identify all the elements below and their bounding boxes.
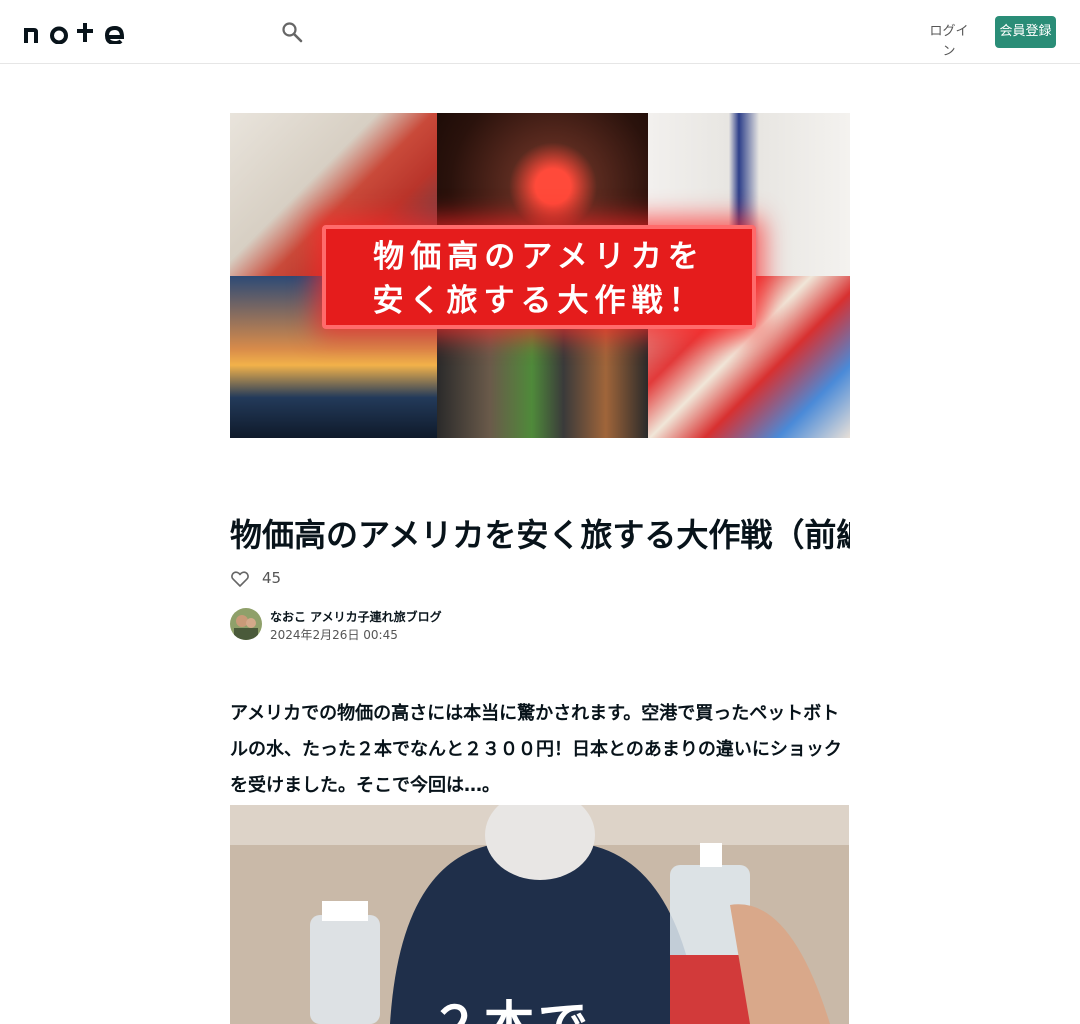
post-date: 2024年2月26日 00:45 bbox=[270, 628, 398, 642]
avatar[interactable] bbox=[230, 608, 262, 640]
login-link[interactable]: ログイン bbox=[924, 22, 974, 59]
author-name[interactable]: なおこ アメリカ子連れ旅ブログ bbox=[270, 609, 442, 625]
hero-caption-line2: 安く旅する大作戦！ bbox=[372, 283, 706, 319]
article-title: 物価高のアメリカを安く旅する大作戦（前編） bbox=[230, 516, 850, 554]
heart-icon[interactable] bbox=[230, 569, 250, 589]
signup-button[interactable]: 会員登録 bbox=[995, 16, 1056, 48]
hero-caption: 物価高のアメリカを 安く旅する大作戦！ bbox=[322, 225, 756, 329]
like-count: 45 bbox=[262, 569, 282, 587]
note-logo[interactable] bbox=[24, 20, 124, 44]
photo-caption: ２本で bbox=[430, 995, 592, 1024]
water-bottles-photo bbox=[230, 805, 849, 1024]
article-lead: アメリカでの物価の高さには本当に驚かされます。空港で買ったペットボトルの水、たっ… bbox=[230, 703, 842, 796]
search-icon[interactable] bbox=[281, 21, 303, 43]
hero-caption-line1: 物価高のアメリカを bbox=[373, 239, 705, 275]
article-photo: ２本で bbox=[230, 805, 849, 1024]
top-header: ログイン 会員登録 bbox=[0, 0, 1080, 64]
hero-image: 物価高のアメリカを 安く旅する大作戦！ bbox=[230, 113, 850, 438]
